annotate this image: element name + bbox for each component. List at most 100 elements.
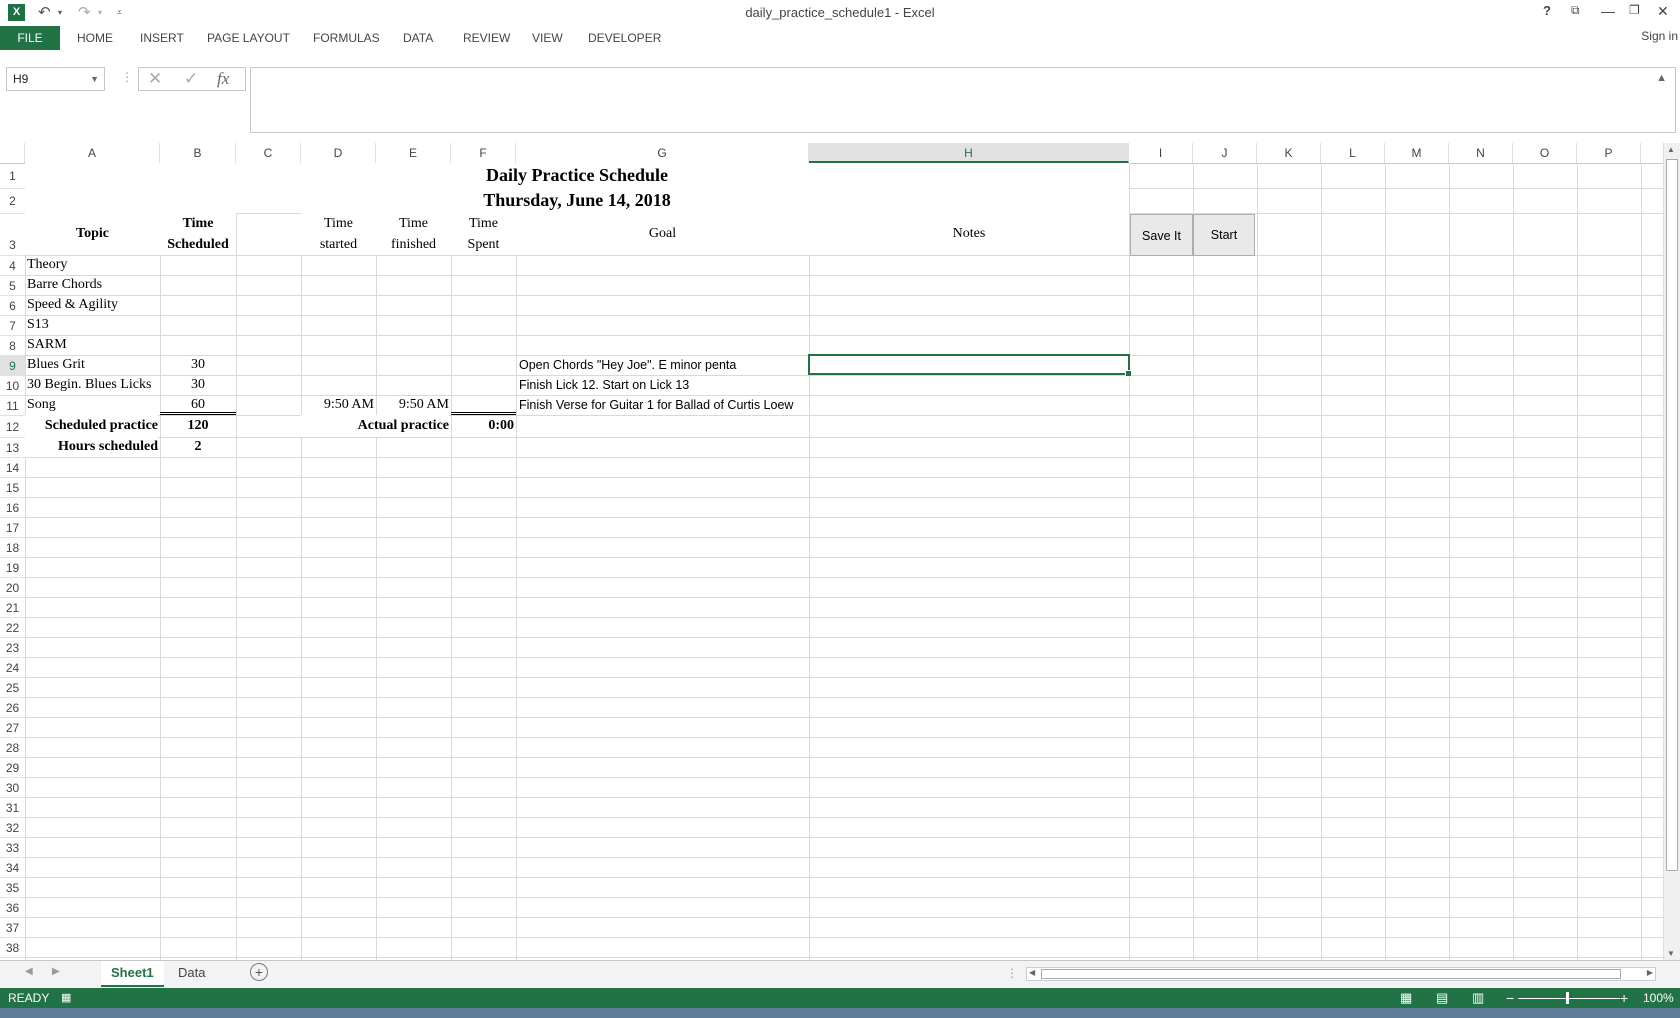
chevron-down-icon[interactable]: ▼ — [90, 68, 99, 90]
zoom-slider[interactable] — [1518, 998, 1620, 999]
row-header[interactable]: 14 — [0, 458, 25, 478]
row-header[interactable]: 23 — [0, 638, 25, 658]
header-time-finished[interactable]: Time finished — [376, 213, 451, 255]
row-header[interactable]: 33 — [0, 838, 25, 858]
worksheet-grid[interactable]: A B C D E F G H I J K L M N O P 12345678… — [0, 143, 1680, 960]
horizontal-scrollbar[interactable]: ◀ ▶ — [1026, 967, 1656, 981]
header-time-started[interactable]: Time started — [301, 213, 376, 255]
row-header[interactable]: 4 — [0, 256, 25, 276]
next-sheet-icon[interactable]: ▶ — [52, 966, 60, 977]
sign-in-link[interactable]: Sign in — [1641, 26, 1678, 46]
tab-sheet1[interactable]: Sheet1 — [101, 961, 164, 987]
scheduled-cell[interactable] — [160, 315, 236, 335]
scheduled-practice-value[interactable]: 120 — [160, 415, 236, 437]
name-box[interactable]: H9 ▼ — [6, 67, 105, 91]
topic-cell[interactable]: Theory — [27, 255, 162, 275]
row-header[interactable]: 30 — [0, 778, 25, 798]
topic-cell[interactable]: Barre Chords — [27, 275, 162, 295]
row-header[interactable]: 29 — [0, 758, 25, 778]
column-header[interactable]: L — [1321, 143, 1385, 163]
row-header[interactable]: 13 — [0, 438, 25, 458]
topic-cell[interactable]: SARM — [27, 335, 162, 355]
time-started-cell[interactable] — [301, 295, 374, 315]
time-finished-cell[interactable] — [376, 315, 449, 335]
actual-practice-label[interactable]: Actual practice — [301, 415, 449, 437]
vertical-scrollbar[interactable]: ▲ ▼ — [1663, 143, 1680, 960]
cancel-formula-icon[interactable]: ✕ — [148, 69, 162, 89]
tab-file[interactable]: FILE — [0, 26, 60, 50]
row-header[interactable]: 9 — [0, 356, 25, 376]
close-icon[interactable]: ✕ — [1657, 3, 1669, 20]
scroll-right-icon[interactable]: ▶ — [1647, 968, 1653, 977]
page-break-view-icon[interactable]: ▥ — [1472, 988, 1484, 1008]
page-layout-view-icon[interactable]: ▤ — [1436, 988, 1448, 1008]
column-header[interactable]: B — [160, 143, 236, 163]
row-header[interactable]: 11 — [0, 396, 25, 416]
time-started-cell[interactable] — [301, 355, 374, 375]
tab-formulas[interactable]: FORMULAS — [313, 26, 380, 50]
topic-cell[interactable]: Blues Grit — [27, 355, 162, 375]
zoom-in-icon[interactable]: + — [1620, 988, 1628, 1008]
hours-scheduled-value[interactable]: 2 — [160, 437, 236, 457]
column-header[interactable]: M — [1385, 143, 1449, 163]
formula-input[interactable]: ▲ — [250, 67, 1676, 133]
scroll-left-icon[interactable]: ◀ — [1029, 968, 1035, 977]
scroll-down-icon[interactable]: ▼ — [1667, 949, 1675, 958]
column-header[interactable]: D — [301, 143, 376, 163]
column-header[interactable]: G — [516, 143, 809, 163]
column-header[interactable]: J — [1193, 143, 1257, 163]
scheduled-cell[interactable] — [160, 255, 236, 275]
new-sheet-icon[interactable]: + — [250, 963, 268, 981]
time-finished-cell[interactable] — [376, 255, 449, 275]
tab-developer[interactable]: DEVELOPER — [588, 26, 661, 50]
time-started-cell[interactable]: 9:50 AM — [301, 395, 374, 415]
scheduled-cell[interactable] — [160, 295, 236, 315]
topic-cell[interactable]: Song — [27, 395, 162, 415]
actual-practice-value[interactable]: 0:00 — [451, 415, 514, 437]
row-header[interactable]: 36 — [0, 898, 25, 918]
row-header[interactable]: 19 — [0, 558, 25, 578]
row-header[interactable]: 35 — [0, 878, 25, 898]
tab-view[interactable]: VIEW — [532, 26, 563, 50]
column-header[interactable]: F — [451, 143, 516, 163]
scheduled-cell[interactable] — [160, 335, 236, 355]
tab-split-grip-icon[interactable]: ⋮ — [1006, 966, 1018, 980]
start-button[interactable]: Start — [1193, 214, 1255, 256]
column-header-selected[interactable]: H — [809, 143, 1129, 163]
time-finished-cell[interactable] — [376, 375, 449, 395]
row-header[interactable]: 18 — [0, 538, 25, 558]
row-header[interactable]: 3 — [0, 214, 25, 256]
goal-cell[interactable] — [519, 335, 939, 355]
header-notes[interactable]: Notes — [809, 213, 1129, 255]
zoom-out-icon[interactable]: − — [1506, 988, 1514, 1008]
row-header[interactable]: 2 — [0, 189, 25, 214]
tab-data-sheet[interactable]: Data — [168, 961, 215, 985]
row-header[interactable]: 1 — [0, 164, 25, 189]
row-header[interactable]: 31 — [0, 798, 25, 818]
horizontal-scroll-thumb[interactable] — [1041, 969, 1621, 979]
scheduled-cell[interactable]: 30 — [160, 375, 236, 395]
minimize-icon[interactable]: — — [1601, 3, 1615, 19]
time-started-cell[interactable] — [301, 315, 374, 335]
hours-scheduled-label[interactable]: Hours scheduled — [25, 437, 158, 457]
topic-cell[interactable]: Speed & Agility — [27, 295, 162, 315]
time-started-cell[interactable] — [301, 255, 374, 275]
tab-insert[interactable]: INSERT — [140, 26, 184, 50]
insert-function-icon[interactable]: fx — [217, 69, 229, 89]
macro-record-icon[interactable]: ▦ — [61, 988, 71, 1008]
goal-cell[interactable] — [519, 295, 939, 315]
row-header[interactable]: 22 — [0, 618, 25, 638]
row-header[interactable]: 15 — [0, 478, 25, 498]
column-header[interactable]: O — [1513, 143, 1577, 163]
enter-formula-icon[interactable]: ✓ — [184, 69, 198, 89]
vertical-scroll-thumb[interactable] — [1666, 159, 1678, 871]
row-header[interactable]: 25 — [0, 678, 25, 698]
tab-data[interactable]: DATA — [403, 26, 433, 50]
active-cell-h9[interactable] — [808, 354, 1132, 377]
row-header[interactable]: 12 — [0, 416, 25, 438]
goal-cell[interactable]: Finish Lick 12. Start on Lick 13 — [519, 375, 939, 395]
topic-cell[interactable]: S13 — [27, 315, 162, 335]
row-header[interactable]: 26 — [0, 698, 25, 718]
row-header[interactable]: 5 — [0, 276, 25, 296]
tab-home[interactable]: HOME — [77, 26, 113, 50]
